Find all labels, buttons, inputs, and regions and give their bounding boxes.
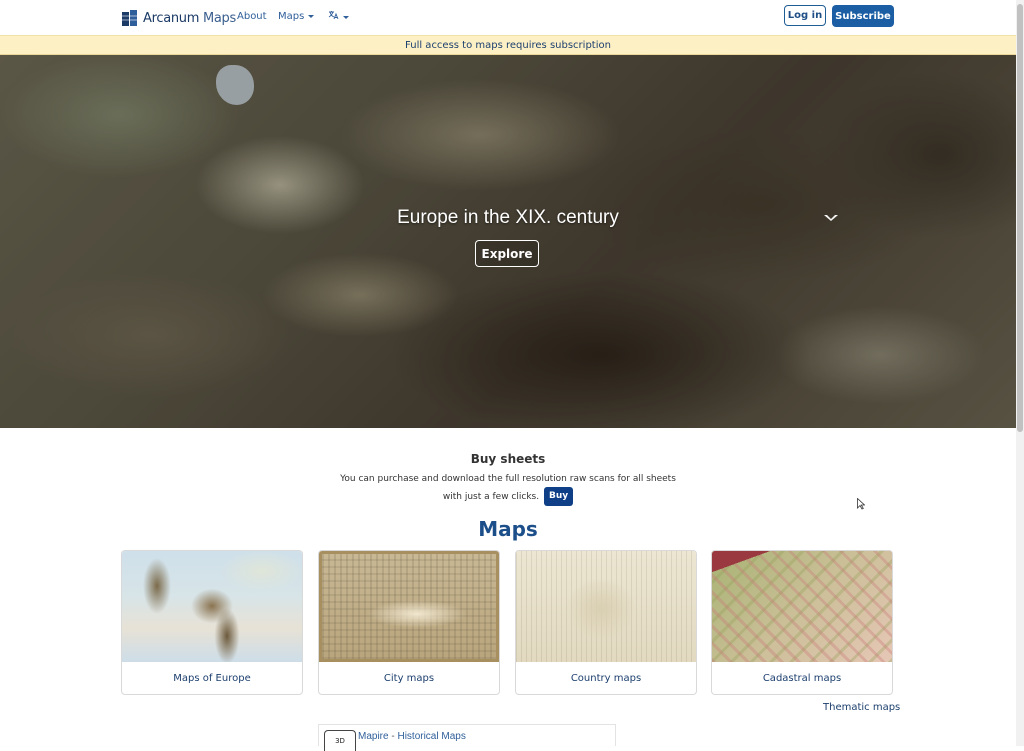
hero-title: Europe in the XIX. century bbox=[397, 207, 619, 228]
subscription-banner[interactable]: Full access to maps requires subscriptio… bbox=[0, 35, 1016, 55]
login-button[interactable]: Log in bbox=[784, 5, 826, 26]
cadastral-map-thumbnail bbox=[712, 551, 892, 662]
mapire-title: Mapire - Historical Maps bbox=[358, 731, 466, 742]
country-map-thumbnail bbox=[516, 551, 696, 662]
scrollbar-thumb[interactable] bbox=[1017, 4, 1023, 432]
card-label: Country maps bbox=[570, 673, 642, 684]
buy-button[interactable]: Buy bbox=[543, 487, 574, 506]
card-maps-of-europe[interactable]: Maps of Europe bbox=[121, 550, 303, 695]
card-label: City maps bbox=[383, 673, 435, 684]
card-cadastral-maps[interactable]: Cadastral maps bbox=[711, 550, 893, 695]
nav-maps-label: Maps bbox=[278, 11, 305, 22]
translate-icon bbox=[328, 11, 339, 20]
chevron-down-icon bbox=[343, 15, 349, 19]
city-map-thumbnail bbox=[319, 551, 499, 662]
card-country-maps[interactable]: Country maps bbox=[515, 550, 697, 695]
hero-map-lake bbox=[216, 65, 254, 105]
brand-name: Arcanum Maps bbox=[143, 10, 236, 26]
language-dropdown[interactable] bbox=[328, 10, 349, 23]
card-city-maps[interactable]: City maps bbox=[318, 550, 500, 695]
page-scrollbar[interactable] bbox=[1016, 0, 1024, 746]
europe-map-thumbnail bbox=[122, 551, 302, 662]
nav-about-link[interactable]: About bbox=[237, 11, 267, 22]
chevron-down-icon bbox=[308, 14, 315, 18]
explore-button[interactable]: Explore bbox=[475, 240, 539, 267]
arcanum-logo-icon bbox=[122, 10, 137, 26]
banner-text: Full access to maps requires subscriptio… bbox=[405, 39, 611, 51]
mapire-3d-icon: 3D bbox=[324, 730, 356, 751]
mapire-link[interactable]: 3D Mapire - Historical Maps bbox=[318, 724, 616, 751]
nav-maps-dropdown[interactable]: Maps bbox=[278, 11, 315, 22]
thematic-maps-link[interactable]: Thematic maps bbox=[823, 702, 900, 713]
buy-description: You can purchase and download the full r… bbox=[340, 474, 676, 502]
buy-sheets-title: Buy sheets bbox=[470, 452, 546, 466]
mouse-cursor-icon bbox=[857, 498, 865, 510]
card-label: Cadastral maps bbox=[762, 673, 842, 684]
maps-heading: Maps bbox=[478, 517, 538, 541]
hero-map-background: Europe in the XIX. century Explore bbox=[0, 55, 1016, 428]
subscribe-button[interactable]: Subscribe bbox=[832, 5, 894, 27]
map-marker-icon bbox=[824, 215, 838, 221]
card-label: Maps of Europe bbox=[173, 673, 251, 684]
buy-sheets-text: You can purchase and download the full r… bbox=[330, 472, 686, 506]
brand-logo-link[interactable]: Arcanum Maps bbox=[121, 7, 236, 29]
top-navbar: Arcanum Maps About Maps Log in Subscribe bbox=[0, 0, 1016, 35]
